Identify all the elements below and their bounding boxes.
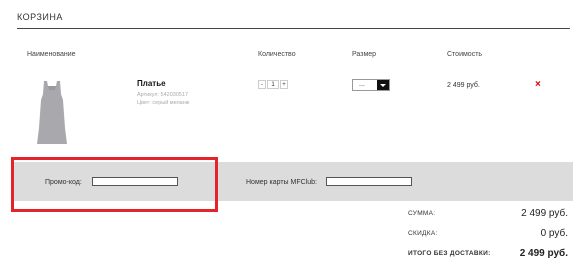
header-size: Размер	[352, 51, 377, 58]
summary-total-label: ИТОГО БЕЗ ДОСТАВКИ:	[408, 250, 491, 257]
product-thumbnail[interactable]	[25, 80, 79, 146]
summary-discount-label: СКИДКА:	[408, 230, 438, 237]
summary-total-value: 2 499 руб.	[519, 248, 568, 259]
summary-sum-label: СУММА:	[408, 210, 436, 217]
club-card-input[interactable]	[326, 177, 412, 186]
club-card-label: Номер карты MFClub:	[246, 179, 317, 186]
quantity-input[interactable]: 1	[267, 80, 279, 89]
header-name: Наименование	[27, 51, 76, 58]
summary-discount-value: 0 руб.	[540, 228, 568, 239]
quantity-decrease-button[interactable]: -	[258, 80, 266, 89]
product-name[interactable]: Платье	[137, 79, 166, 88]
product-article: Артикул: 542030517	[137, 92, 189, 98]
item-price: 2 499 руб.	[447, 82, 480, 89]
size-select[interactable]: ...	[352, 79, 390, 91]
chevron-down-icon[interactable]	[377, 80, 389, 90]
quantity-stepper: - 1 +	[258, 80, 288, 89]
size-select-value: ...	[359, 81, 365, 88]
cart-title: КОРЗИНА	[17, 12, 63, 22]
remove-item-icon[interactable]: ×	[535, 79, 541, 91]
header-cost: Стоимость	[447, 51, 483, 58]
quantity-increase-button[interactable]: +	[280, 80, 288, 89]
header-quantity: Количество	[258, 51, 296, 58]
promo-highlight-frame	[11, 157, 218, 212]
product-color: Цвет: серый меланж	[137, 100, 190, 106]
summary-sum-value: 2 499 руб.	[521, 208, 568, 219]
title-divider	[17, 28, 570, 29]
